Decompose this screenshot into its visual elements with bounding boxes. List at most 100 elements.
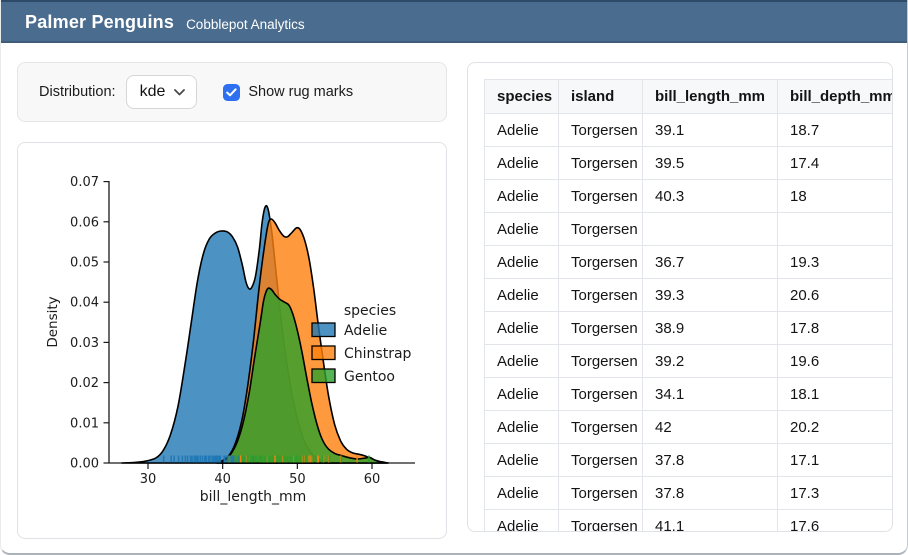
y-tick-label: 0.05 xyxy=(70,256,99,271)
table-cell: Torgersen xyxy=(559,444,643,477)
y-tick-label: 0.02 xyxy=(70,376,99,391)
legend-title: species xyxy=(344,303,396,319)
legend-label-chinstrap: Chinstrap xyxy=(344,346,412,362)
table-cell: Adelie xyxy=(485,279,559,312)
table-cell: 18.7 xyxy=(778,114,894,147)
page-title: Palmer Penguins xyxy=(25,12,174,33)
table-cell: 36.7 xyxy=(643,246,778,279)
table-cell xyxy=(778,213,894,246)
table-cell: 20.2 xyxy=(778,411,894,444)
rug-checkbox-label: Show rug marks xyxy=(248,84,353,100)
table-cell: Adelie xyxy=(485,147,559,180)
table-row: AdelieTorgersen36.719.3 xyxy=(485,246,894,279)
legend-swatch-gentoo xyxy=(312,369,335,383)
table-cell: Torgersen xyxy=(559,345,643,378)
table-row: AdelieTorgersen38.917.8 xyxy=(485,312,894,345)
table-header-cell: bill_depth_mm xyxy=(778,80,894,114)
kde-plot-card: 0.000.010.020.030.040.050.060.0730405060… xyxy=(17,142,447,539)
table-header: speciesislandbill_length_mmbill_depth_mm xyxy=(485,80,894,114)
table-header-cell: island xyxy=(559,80,643,114)
table-cell: 39.5 xyxy=(643,147,778,180)
table-header-cell: bill_length_mm xyxy=(643,80,778,114)
legend-label-gentoo: Gentoo xyxy=(344,369,395,385)
distribution-select-value: kde xyxy=(140,83,166,101)
table-cell: Torgersen xyxy=(559,213,643,246)
table-cell: 37.8 xyxy=(643,477,778,510)
table-header-cell: species xyxy=(485,80,559,114)
rug-checkbox-group[interactable]: Show rug marks xyxy=(223,84,353,101)
table-cell: 41.1 xyxy=(643,510,778,533)
table-cell: Adelie xyxy=(485,312,559,345)
table-row: AdelieTorgersen40.318 xyxy=(485,180,894,213)
x-tick-label: 50 xyxy=(289,472,306,487)
table-cell: Adelie xyxy=(485,444,559,477)
table-cell: 18.1 xyxy=(778,378,894,411)
table-cell xyxy=(643,213,778,246)
table-cell: 17.6 xyxy=(778,510,894,533)
y-tick-label: 0.03 xyxy=(70,336,99,351)
table-row: AdelieTorgersen39.320.6 xyxy=(485,279,894,312)
table-cell: Adelie xyxy=(485,246,559,279)
table-cell: Adelie xyxy=(485,114,559,147)
app-window: Palmer Penguins Cobblepot Analytics Dist… xyxy=(0,0,908,555)
table-cell: 38.9 xyxy=(643,312,778,345)
y-tick-label: 0.06 xyxy=(70,215,99,230)
table-cell: Torgersen xyxy=(559,510,643,533)
x-tick-label: 60 xyxy=(364,472,381,487)
table-row: AdelieTorgersen xyxy=(485,213,894,246)
x-axis-label: bill_length_mm xyxy=(200,489,306,505)
table-cell: Adelie xyxy=(485,477,559,510)
table-cell: Adelie xyxy=(485,345,559,378)
table-row: AdelieTorgersen41.117.6 xyxy=(485,510,894,533)
table-cell: 39.1 xyxy=(643,114,778,147)
x-tick-label: 30 xyxy=(140,472,157,487)
table-row: AdelieTorgersen34.118.1 xyxy=(485,378,894,411)
table-cell: Torgersen xyxy=(559,279,643,312)
table-row: AdelieTorgersen39.219.6 xyxy=(485,345,894,378)
table-cell: 18 xyxy=(778,180,894,213)
y-tick-label: 0.00 xyxy=(70,457,99,472)
rug-checkbox[interactable] xyxy=(223,84,240,101)
table-cell: 19.6 xyxy=(778,345,894,378)
distribution-select[interactable]: kde xyxy=(126,75,198,109)
legend-swatch-adelie xyxy=(312,323,335,337)
legend-swatch-chinstrap xyxy=(312,346,335,360)
table-cell: 20.6 xyxy=(778,279,894,312)
kde-density-chart: 0.000.010.020.030.040.050.060.0730405060… xyxy=(18,143,446,538)
table-row: AdelieTorgersen4220.2 xyxy=(485,411,894,444)
chevron-down-icon xyxy=(174,89,185,96)
table-cell: 19.3 xyxy=(778,246,894,279)
table-cell: Torgersen xyxy=(559,180,643,213)
table-cell: Adelie xyxy=(485,378,559,411)
table-cell: 34.1 xyxy=(643,378,778,411)
table-row: AdelieTorgersen37.817.1 xyxy=(485,444,894,477)
table-body: AdelieTorgersen39.118.7AdelieTorgersen39… xyxy=(485,114,894,533)
penguins-table: speciesislandbill_length_mmbill_depth_mm… xyxy=(484,79,893,532)
page-subtitle: Cobblepot Analytics xyxy=(186,14,305,32)
table-cell: Torgersen xyxy=(559,312,643,345)
y-tick-label: 0.07 xyxy=(70,175,99,190)
legend-label-adelie: Adelie xyxy=(344,323,387,339)
table-cell: Adelie xyxy=(485,411,559,444)
table-cell: Torgersen xyxy=(559,378,643,411)
table-cell: 40.3 xyxy=(643,180,778,213)
y-axis-label: Density xyxy=(45,296,61,347)
table-cell: 42 xyxy=(643,411,778,444)
table-cell: 17.4 xyxy=(778,147,894,180)
checkmark-icon xyxy=(226,88,237,97)
y-tick-label: 0.01 xyxy=(70,416,99,431)
table-cell: Torgersen xyxy=(559,147,643,180)
table-row: AdelieTorgersen37.817.3 xyxy=(485,477,894,510)
table-cell: Torgersen xyxy=(559,246,643,279)
table-cell: 17.1 xyxy=(778,444,894,477)
table-cell: Torgersen xyxy=(559,477,643,510)
table-cell: 17.3 xyxy=(778,477,894,510)
controls-panel: Distribution: kde Show rug marks xyxy=(17,62,447,122)
table-row: AdelieTorgersen39.118.7 xyxy=(485,114,894,147)
table-cell: 39.3 xyxy=(643,279,778,312)
table-cell: Torgersen xyxy=(559,114,643,147)
table-cell: 17.8 xyxy=(778,312,894,345)
data-table-card[interactable]: speciesislandbill_length_mmbill_depth_mm… xyxy=(467,62,893,532)
x-tick-label: 40 xyxy=(214,472,231,487)
table-row: AdelieTorgersen39.517.4 xyxy=(485,147,894,180)
